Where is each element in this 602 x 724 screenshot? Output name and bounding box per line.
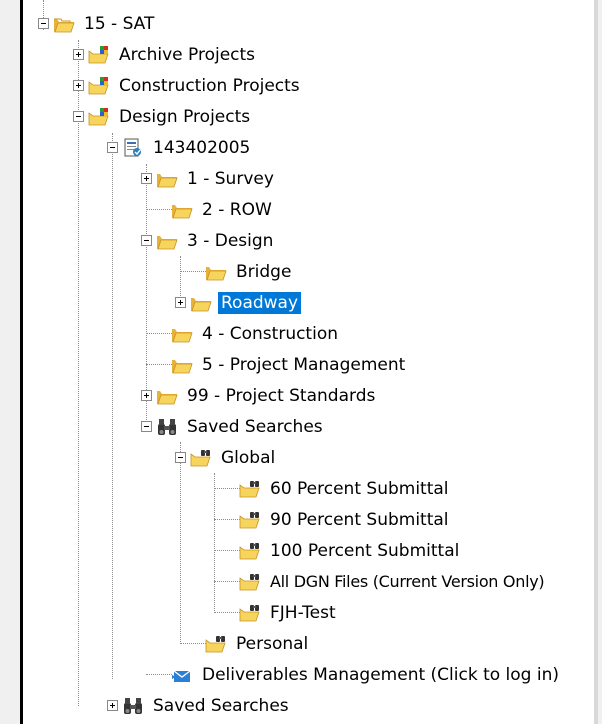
folder-icon [172,359,193,373]
tree-node-3-design[interactable]: 3 - Design [141,225,276,256]
folder-binoculars-icon [239,604,260,621]
tree-node-2-row[interactable]: 2 - ROW [171,194,275,225]
folder-puzzle-icon [88,76,109,94]
folder-icon [54,18,75,32]
tree-connector [214,473,215,613]
project-tree-pane[interactable]: 15 - SAT Archive Projects Construction P… [20,0,598,724]
tree-node-label: Bridge [236,261,292,282]
tree-connector [214,519,240,520]
deliverables-icon [172,669,191,682]
tree-node-90-percent-submittal[interactable]: 90 Percent Submittal [239,504,452,535]
tree-node-bridge[interactable]: Bridge [205,256,294,287]
tree-node-label: 143402005 [153,137,251,158]
tree-node-label: Personal [236,633,309,654]
tree-node-label: 4 - Construction [202,323,338,344]
tree-connector [146,674,172,675]
tree-node-label: 3 - Design [187,230,274,251]
tree-node-deliverables-management[interactable]: Deliverables Management (Click to log in… [171,659,562,690]
tree-node-archive-projects[interactable]: Archive Projects [73,39,258,70]
folder-icon [172,204,193,218]
tree-node-label: 99 - Project Standards [187,385,376,406]
folder-binoculars-icon [239,573,260,590]
expand-toggle[interactable] [175,297,186,308]
tree-node-label: FJH-Test [270,602,336,623]
folder-icon [206,266,227,280]
expand-toggle[interactable] [141,173,152,184]
folder-icon [191,297,212,311]
tree-node-saved-searches[interactable]: Saved Searches [141,411,326,442]
tree-node-label: Saved Searches [153,695,289,716]
tree-node-roadway[interactable]: Roadway [175,287,302,318]
tree-node-project-143402005[interactable]: 143402005 [107,132,253,163]
tree-connector [146,209,172,210]
tree-connector [180,643,206,644]
folder-icon [157,390,178,404]
collapse-toggle[interactable] [175,452,186,463]
project-document-icon [124,138,141,156]
folder-binoculars-icon [239,480,260,497]
tree-node-99-project-standards[interactable]: 99 - Project Standards [141,380,378,411]
tree-node-15-sat[interactable]: 15 - SAT [38,8,157,39]
folder-icon [172,328,193,342]
tree-node-saved-searches-2[interactable]: Saved Searches [107,690,292,721]
collapse-toggle[interactable] [141,235,152,246]
tree-node-100-percent-submittal[interactable]: 100 Percent Submittal [239,535,462,566]
tree-connector [78,40,79,706]
folder-icon [157,173,178,187]
tree-connector [146,333,172,334]
binoculars-icon [124,697,142,714]
tree-node-label: All DGN Files (Current Version Only) [270,571,545,591]
folder-binoculars-icon [190,449,211,466]
tree-connector [146,364,172,365]
folder-binoculars-icon [239,511,260,528]
folder-binoculars-icon [239,542,260,559]
tree-node-label: 15 - SAT [84,13,155,34]
pane-left-border [20,0,23,724]
tree-node-5-project-management[interactable]: 5 - Project Management [171,349,408,380]
tree-node-label: Saved Searches [187,416,323,437]
tree-connector [112,133,113,679]
collapse-toggle[interactable] [141,421,152,432]
collapse-toggle[interactable] [107,142,118,153]
tree-node-construction-projects[interactable]: Construction Projects [73,70,303,101]
tree-node-label: 5 - Project Management [202,354,406,375]
collapse-toggle[interactable] [73,111,84,122]
tree-node-personal[interactable]: Personal [205,628,311,659]
tree-node-fjh-test[interactable]: FJH-Test [239,597,339,628]
folder-icon [157,235,178,249]
tree-connector [180,271,206,272]
tree-node-label: Deliverables Management (Click to log in… [202,664,560,685]
tree-node-design-projects[interactable]: Design Projects [73,101,253,132]
tree-connector [214,612,240,613]
expand-toggle[interactable] [141,390,152,401]
tree-node-4-construction[interactable]: 4 - Construction [171,318,341,349]
tree-node-label: 2 - ROW [202,199,272,220]
expand-toggle[interactable] [73,49,84,60]
tree-connector [214,550,240,551]
expand-toggle[interactable] [73,80,84,91]
tree-node-label: 1 - Survey [187,168,274,189]
tree-connector [214,581,240,582]
expand-toggle[interactable] [107,700,118,711]
tree-node-label: Construction Projects [119,75,300,96]
tree-node-all-dgn-files[interactable]: All DGN Files (Current Version Only) [239,566,547,597]
binoculars-icon [158,418,176,435]
tree-node-label: Design Projects [119,106,251,127]
folder-puzzle-icon [88,45,109,63]
tree-node-label: 100 Percent Submittal [270,540,460,561]
folder-binoculars-icon [205,635,226,652]
tree-node-label: 60 Percent Submittal [270,478,449,499]
tree-node-1-survey[interactable]: 1 - Survey [141,163,277,194]
pane-right-edge [594,0,598,724]
tree-node-label: 90 Percent Submittal [270,509,449,530]
tree-connector [214,488,240,489]
folder-puzzle-icon [88,107,109,125]
tree-node-label: Global [221,447,276,468]
tree-node-label: Roadway [218,291,302,314]
tree-node-60-percent-submittal[interactable]: 60 Percent Submittal [239,473,452,504]
tree-node-label: Archive Projects [119,44,256,65]
collapse-toggle[interactable] [38,18,49,29]
tree-node-global[interactable]: Global [175,442,278,473]
